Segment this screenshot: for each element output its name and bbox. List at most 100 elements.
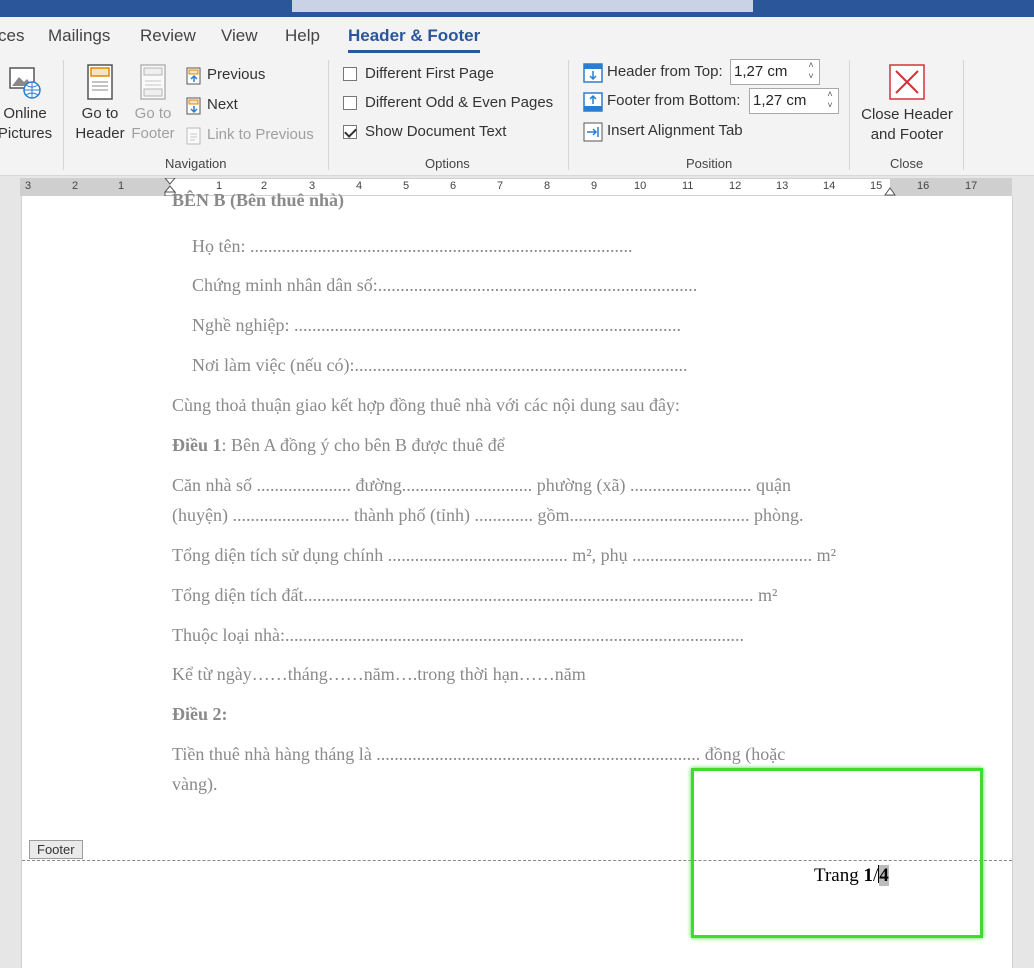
doc-line-dieu-1: Điều 1: Bên A đồng ý cho bên B được thuê… (172, 435, 505, 455)
doc-line-dien-tich-dat: Tổng diện tích đất......................… (172, 585, 778, 605)
ruler-label: 10 (634, 180, 647, 192)
show-document-text-box[interactable] (343, 125, 357, 139)
different-first-page-box[interactable] (343, 67, 357, 81)
doc-line-can-nha-1: Căn nhà số ..................... đường..… (172, 475, 792, 495)
header-from-top-label: Header from Top: (607, 63, 723, 80)
insert-alignment-tab-label: Insert Alignment Tab (607, 122, 743, 139)
ruler-label: 8 (544, 180, 551, 192)
link-to-previous-button[interactable]: Link to Previous (185, 126, 320, 146)
ribbon: Online Pictures Go to Header Go to Foote… (0, 54, 1034, 176)
ruler-label: 7 (497, 180, 504, 192)
ruler-label: 6 (450, 180, 457, 192)
previous-icon (186, 67, 201, 85)
link-to-previous-label: Link to Previous (207, 126, 314, 143)
different-first-page-label: Different First Page (365, 65, 494, 82)
previous-label: Previous (207, 66, 266, 83)
ruler-label: 9 (591, 180, 598, 192)
position-group-label: Position (686, 156, 733, 171)
spinner-arrows-icon[interactable]: ˄ ˅ (803, 60, 819, 84)
close-header-footer-button[interactable]: Close Header and Footer (856, 63, 958, 147)
horizontal-ruler[interactable]: 3 2 1 1 2 3 4 5 6 7 8 9 10 11 12 13 14 1… (20, 178, 1012, 196)
doc-heading-ben-b: BÊN B (Bên thuê nhà) (172, 190, 345, 210)
header-from-top-value[interactable]: 1,27 cm (734, 63, 787, 80)
go-to-footer-button[interactable]: Go to Footer (126, 64, 180, 146)
online-pictures-button[interactable]: Online Pictures (0, 66, 54, 146)
go-to-header-icon (87, 64, 113, 100)
search-box[interactable] (292, 0, 753, 12)
doc-line-ke-tu-ngay: Kể từ ngày……tháng……năm….trong thời hạn……… (172, 664, 586, 684)
close-header-footer-label-1: Close Header (861, 106, 953, 123)
close-group-label: Close (890, 156, 924, 171)
doc-line-cmnd: Chứng minh nhân dân số:.................… (192, 275, 698, 295)
show-document-text-label: Show Document Text (365, 123, 507, 140)
previous-button[interactable]: Previous (185, 66, 315, 86)
ruler-label: 4 (356, 180, 363, 192)
tab-view[interactable]: View (221, 26, 258, 46)
different-first-page-checkbox[interactable]: Different First Page (343, 65, 543, 85)
next-button[interactable]: Next (185, 96, 315, 116)
go-to-footer-icon (140, 64, 166, 100)
footer-from-bottom-value[interactable]: 1,27 cm (753, 92, 806, 109)
tab-help[interactable]: Help (285, 26, 320, 46)
ruler-label: 17 (965, 180, 978, 192)
options-group-label: Options (425, 156, 470, 171)
doc-line-tien-thue-2: vàng). (172, 774, 218, 794)
online-pictures-icon (9, 67, 41, 99)
header-from-top-icon (583, 63, 603, 83)
ruler-label: 12 (729, 180, 742, 192)
go-to-header-label-2: Header (75, 125, 125, 142)
link-to-previous-icon (186, 127, 201, 145)
footer-from-bottom-row: Footer from Bottom: (583, 92, 748, 114)
ruler-label: 2 (72, 180, 79, 192)
tab-references[interactable]: ces (0, 26, 24, 46)
doc-line-loai-nha: Thuộc loại nhà:.........................… (172, 625, 744, 645)
close-icon (889, 64, 925, 100)
ruler-right-margin (890, 179, 1012, 195)
ruler-label: 3 (25, 180, 32, 192)
go-to-header-button[interactable]: Go to Header (72, 64, 128, 146)
footer-from-bottom-label: Footer from Bottom: (607, 92, 741, 109)
ruler-left-margin (20, 179, 170, 195)
different-odd-even-label: Different Odd & Even Pages (365, 94, 554, 111)
header-from-top-spinner[interactable]: 1,27 cm ˄ ˅ (730, 59, 820, 85)
footer-from-bottom-spinner[interactable]: 1,27 cm ˄ ˅ (749, 88, 839, 114)
doc-line-noi-lam-viec: Nơi làm việc (nếu có):..................… (192, 355, 688, 375)
spinner-arrows-icon[interactable]: ˄ ˅ (822, 89, 838, 113)
insert-alignment-tab-button[interactable]: Insert Alignment Tab (583, 122, 753, 144)
doc-line-tien-thue-1: Tiền thuê nhà hàng tháng là ............… (172, 744, 786, 764)
ruler-label: 16 (917, 180, 930, 192)
footer-from-bottom-icon (583, 92, 603, 112)
doc-line-dieu-2: Điều 2: (172, 704, 228, 724)
next-icon (186, 97, 201, 115)
title-bar (0, 0, 1034, 17)
ruler-label: 5 (403, 180, 410, 192)
highlight-box (691, 768, 983, 938)
tab-review[interactable]: Review (140, 26, 196, 46)
go-to-header-label-1: Go to (81, 105, 119, 122)
show-document-text-checkbox[interactable]: Show Document Text (343, 123, 543, 143)
ruler-label: 15 (870, 180, 883, 192)
close-header-footer-label-2: and Footer (870, 126, 944, 143)
ruler-label: 11 (682, 180, 694, 192)
go-to-footer-label-2: Footer (131, 125, 175, 142)
right-indent-marker-icon[interactable] (884, 184, 896, 196)
header-from-top-row: Header from Top: (583, 63, 728, 85)
online-pictures-label-2: Pictures (0, 125, 53, 142)
next-label: Next (207, 96, 238, 113)
footer-tag: Footer (29, 840, 83, 859)
different-odd-even-checkbox[interactable]: Different Odd & Even Pages (343, 94, 558, 114)
doc-line-ho-ten: Họ tên: ................................… (192, 236, 633, 256)
tab-mailings[interactable]: Mailings (48, 26, 110, 46)
doc-line-nghe-nghiep: Nghề nghiệp: ...........................… (192, 315, 681, 335)
doc-line-can-nha-2: (huyện) .......................... thành… (172, 505, 804, 525)
tab-header-footer[interactable]: Header & Footer (348, 26, 481, 53)
doc-line-cung-thoa-thuan: Cùng thoả thuận giao kết hợp đồng thuê n… (172, 395, 680, 415)
ruler-label: 13 (776, 180, 789, 192)
go-to-footer-label-1: Go to (134, 105, 172, 122)
navigation-group-label: Navigation (165, 156, 227, 171)
insert-alignment-tab-icon (583, 122, 603, 142)
doc-line-dien-tich-su-dung: Tổng diện tích sử dụng chính ...........… (172, 545, 837, 565)
ribbon-tabs: ces Mailings Review View Help Header & F… (0, 17, 1034, 54)
online-pictures-label-1: Online (3, 105, 47, 122)
different-odd-even-box[interactable] (343, 96, 357, 110)
